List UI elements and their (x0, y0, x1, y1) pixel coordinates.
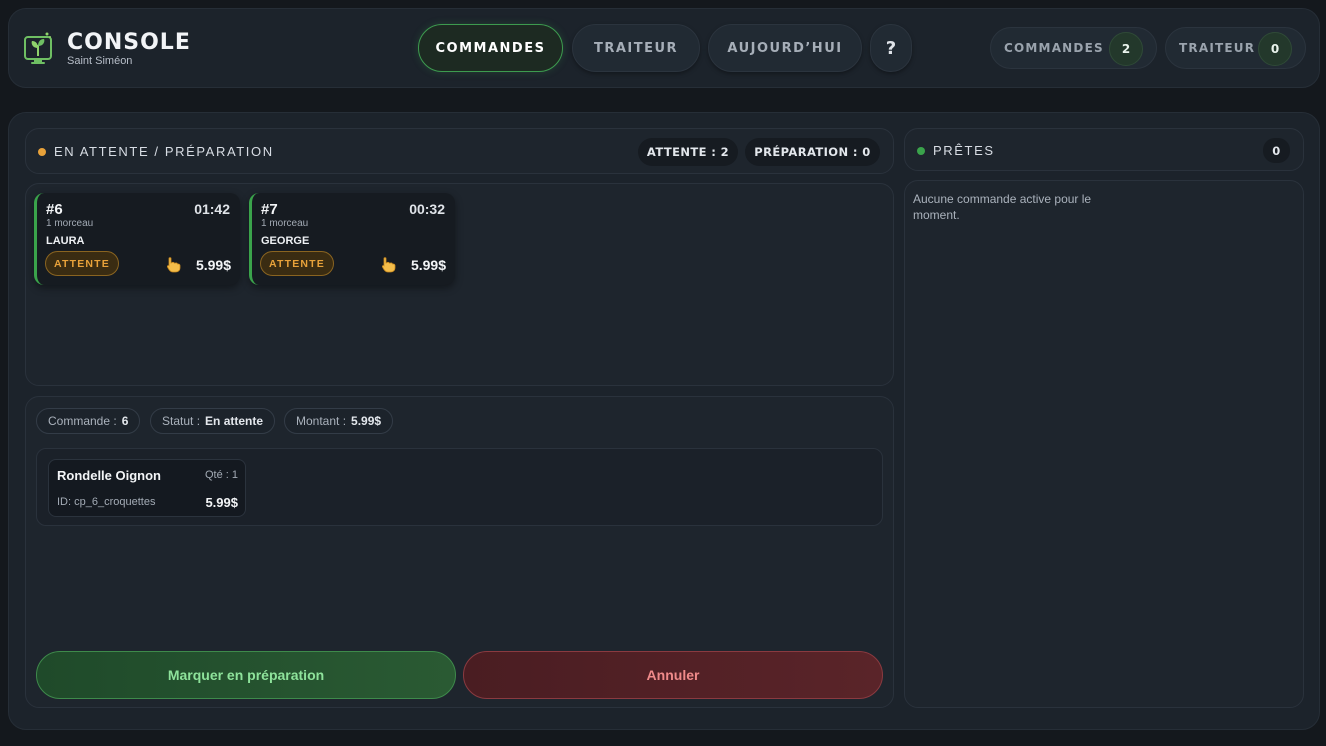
ready-dot-icon (917, 146, 925, 155)
empty-state-line: Aucune commande active pour le (913, 192, 1092, 206)
detail-montant-value: 5.99$ (351, 414, 382, 428)
empty-state-message: Aucune commande active pour le moment. (913, 191, 1091, 223)
app-subtitle: Saint Siméon (67, 55, 133, 67)
counter-commandes-label: COMMANDES (1004, 41, 1104, 55)
item-name: Rondelle Oignon (57, 468, 161, 483)
app-title: CONSOLE (67, 30, 191, 55)
detail-commande-pill: Commande : 6 (36, 408, 141, 434)
detail-statut-value: En attente (205, 414, 264, 428)
attente-count-pill: ATTENTE : 2 (638, 138, 738, 166)
tab-commandes[interactable]: COMMANDES (418, 24, 563, 72)
pending-title-label: EN ATTENTE / PRÉPARATION (54, 144, 274, 159)
order-number: #6 (46, 201, 63, 218)
order-items-count: 1 morceau (261, 218, 309, 229)
order-customer: LAURA (46, 235, 85, 247)
plant-monitor-icon (24, 32, 52, 64)
ready-count-badge: 0 (1263, 138, 1290, 163)
order-number: #7 (261, 201, 278, 218)
detail-statut-pill: Statut : En attente (150, 408, 276, 434)
ready-title: PRÊTES (917, 143, 995, 158)
status-badge: ATTENTE (260, 251, 334, 276)
counter-traiteur-count: 0 (1258, 32, 1292, 66)
order-customer: GEORGE (261, 235, 310, 247)
detail-commande-value: 6 (121, 414, 129, 428)
counter-commandes: COMMANDES 2 (990, 27, 1157, 69)
order-items-count: 1 morceau (46, 218, 94, 229)
order-card[interactable]: #7 00:32 1 morceau GEORGE ATTENTE 5.99$ (249, 193, 455, 285)
status-badge: ATTENTE (45, 251, 119, 276)
pending-dot-icon (38, 147, 46, 156)
item-price: 5.99$ (205, 495, 238, 510)
order-price: 5.99$ (410, 257, 446, 273)
detail-statut-label: Statut : (162, 414, 201, 428)
counter-traiteur: TRAITEUR 0 (1165, 27, 1306, 69)
ready-list: Aucune commande active pour le moment. (904, 180, 1304, 708)
detail-montant-pill: Montant : 5.99$ (284, 408, 394, 434)
item-qty: Qté : 1 (204, 469, 238, 481)
item-id: ID: cp_6_croquettes (57, 496, 156, 508)
detail-commande-label: Commande : (48, 414, 117, 428)
ready-title-label: PRÊTES (933, 143, 995, 158)
order-timer: 00:32 (409, 201, 445, 217)
detail-montant-label: Montant : (296, 414, 347, 428)
order-item: Rondelle Oignon Qté : 1 ID: cp_6_croquet… (48, 459, 246, 517)
cancel-button[interactable]: Annuler (463, 651, 883, 699)
top-bar: CONSOLE Saint Siméon COMMANDES TRAITEUR … (8, 8, 1320, 88)
empty-state-line: moment. (913, 208, 960, 222)
brand: CONSOLE Saint Siméon (23, 31, 191, 67)
tab-aujourdhui[interactable]: AUJOURD’HUI (708, 24, 862, 72)
pointing-hand-icon (381, 257, 396, 273)
order-price: 5.99$ (195, 257, 231, 273)
order-timer: 01:42 (194, 201, 230, 217)
pointing-hand-icon (166, 257, 181, 273)
pending-title: EN ATTENTE / PRÉPARATION (38, 144, 274, 159)
help-button[interactable]: ? (870, 24, 912, 72)
counter-traiteur-label: TRAITEUR (1179, 41, 1256, 55)
order-card[interactable]: #6 01:42 1 morceau LAURA ATTENTE 5.99$ (34, 193, 240, 285)
mark-preparing-button[interactable]: Marquer en préparation (36, 651, 456, 699)
preparation-count-pill: PRÉPARATION : 0 (745, 138, 880, 166)
counter-commandes-count: 2 (1109, 32, 1143, 66)
tab-traiteur[interactable]: TRAITEUR (572, 24, 700, 72)
